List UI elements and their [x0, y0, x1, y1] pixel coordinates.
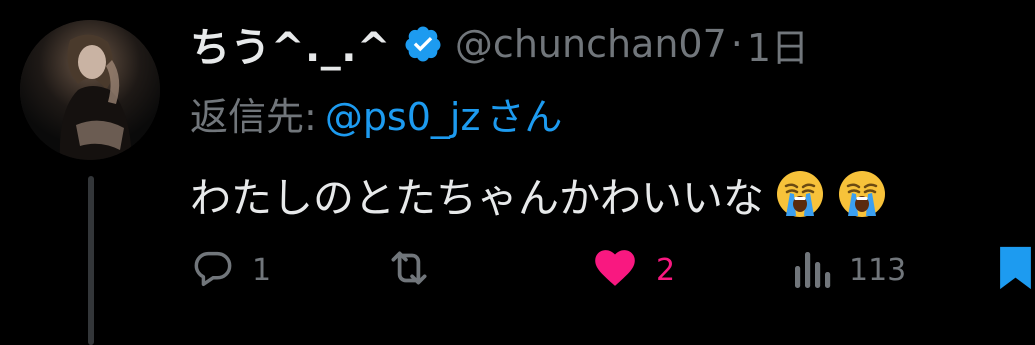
views-count: 113: [849, 252, 907, 288]
bookmark-icon: [996, 243, 1035, 297]
verified-badge-icon[interactable]: [403, 24, 443, 64]
reply-count: 1: [252, 252, 272, 288]
action-bar: 1 2 113: [0, 240, 1035, 300]
like-count: 2: [656, 252, 676, 288]
avatar-image: [20, 20, 160, 160]
loudly-crying-face-icon: [774, 168, 826, 220]
reply-context: 返信先: @ps0_jz さん: [190, 86, 562, 141]
tweet-header: ちう^._.^ @chunchan07 · 1日: [190, 15, 809, 73]
tweet[interactable]: ちう^._.^ @chunchan07 · 1日 返信先: @ps0_jz さん わ…: [0, 0, 1035, 345]
avatar[interactable]: [20, 20, 160, 160]
tweet-body: わたしのとたちゃんかわいいな: [190, 174, 764, 222]
user-handle[interactable]: @chunchan07: [455, 22, 727, 66]
views-button[interactable]: 113: [793, 240, 906, 300]
heart-icon: [590, 243, 640, 297]
retweet-icon: [384, 243, 434, 297]
reply-icon: [190, 245, 236, 295]
reply-suffix-label: さん: [486, 95, 563, 139]
bookmark-button[interactable]: [996, 240, 1035, 300]
reply-user-link[interactable]: @ps0_jz: [325, 95, 481, 139]
timestamp[interactable]: 1日: [747, 17, 809, 72]
reply-prefix-label: 返信先:: [190, 95, 317, 139]
separator-dot: ·: [730, 22, 743, 66]
analytics-bar-icon: [793, 246, 833, 294]
tweet-text: わたしのとたちゃんかわいいな: [190, 164, 888, 224]
retweet-button[interactable]: [384, 240, 450, 300]
display-name[interactable]: ちう^._.^: [190, 15, 391, 73]
reply-button[interactable]: 1: [190, 240, 271, 300]
like-button[interactable]: 2: [590, 240, 675, 300]
loudly-crying-face-icon: [836, 168, 888, 220]
